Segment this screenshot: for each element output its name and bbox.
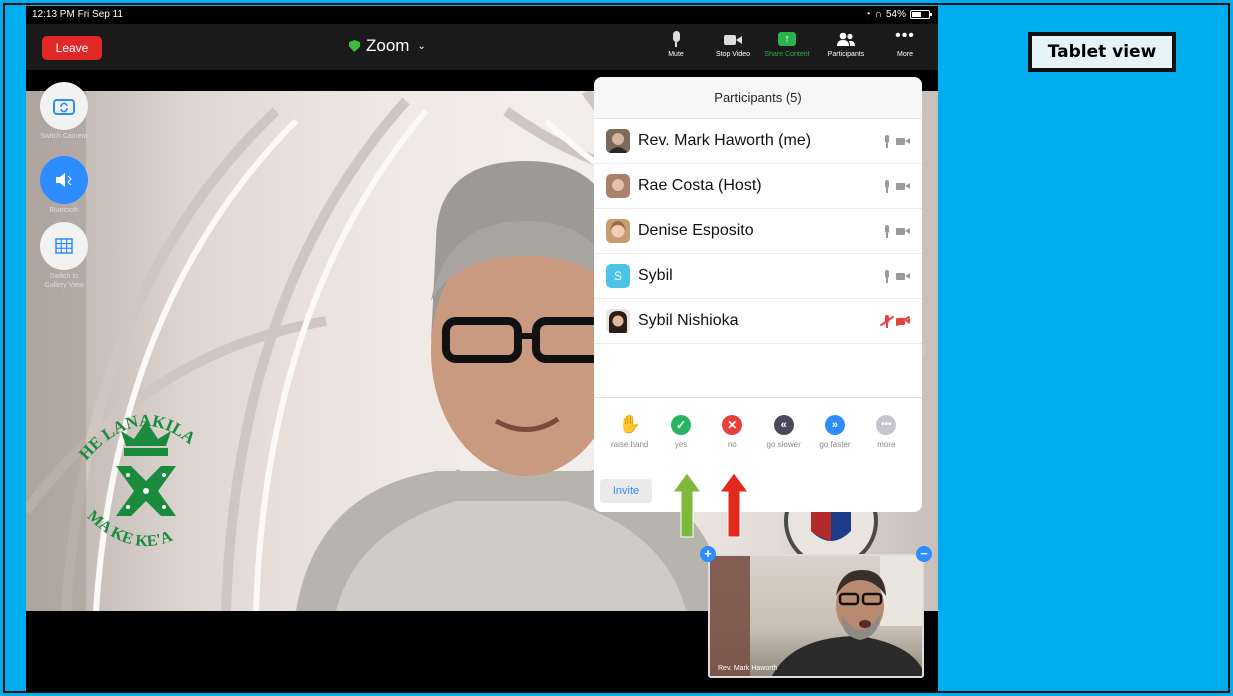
participant-row[interactable]: S Sybil bbox=[594, 254, 922, 299]
nonverbal-feedback-bar: ✋ raise hand ✓ yes ✕ no « go slower » go… bbox=[594, 397, 922, 465]
status-indicators: ◔ ∩ 54% bbox=[864, 9, 932, 20]
gallery-view-label: Switch to Gallery View bbox=[44, 273, 84, 289]
participant-row[interactable]: Rev. Mark Haworth (me) bbox=[594, 119, 922, 164]
participant-name: Rev. Mark Haworth (me) bbox=[638, 132, 812, 149]
leave-button[interactable]: Leave bbox=[42, 36, 102, 60]
participant-name: Rae Costa (Host) bbox=[638, 177, 762, 194]
switch-camera-control[interactable]: Switch Camera bbox=[40, 82, 88, 141]
checkmark-icon: ✓ bbox=[670, 414, 691, 435]
go-slower-button[interactable]: « go slower bbox=[758, 414, 809, 449]
cross-icon: ✕ bbox=[722, 414, 743, 435]
mute-button[interactable]: Mute bbox=[650, 30, 702, 58]
more-dots-icon: ••• bbox=[895, 27, 915, 44]
raise-hand-label: raise hand bbox=[610, 439, 649, 449]
wifi-icon: ◔ bbox=[864, 9, 871, 20]
school-crest-logo: HE LANAKILA MA KE KE'A bbox=[76, 411, 200, 550]
minimize-minus-icon[interactable]: − bbox=[916, 546, 932, 562]
microphone-icon bbox=[884, 224, 890, 238]
mute-label: Mute bbox=[668, 51, 684, 58]
more-feedback-label: more bbox=[877, 439, 896, 449]
switch-camera-icon bbox=[40, 82, 88, 130]
participant-row[interactable]: Denise Esposito bbox=[594, 209, 922, 254]
participants-label: Participants bbox=[827, 51, 865, 58]
avatar bbox=[606, 309, 630, 333]
more-dots-icon: ••• bbox=[876, 414, 897, 435]
participant-row[interactable]: Sybil Nishioka bbox=[594, 299, 922, 344]
speaker-icon bbox=[40, 156, 88, 204]
no-label: no bbox=[727, 439, 737, 449]
meeting-title-text: Zoom bbox=[366, 36, 410, 55]
microphone-icon bbox=[884, 269, 890, 283]
go-slower-label: go slower bbox=[766, 439, 801, 449]
headphones-icon: ∩ bbox=[874, 9, 882, 20]
avatar bbox=[606, 174, 630, 198]
video-camera-off-icon bbox=[895, 315, 911, 326]
video-camera-icon bbox=[896, 137, 910, 146]
microphone-icon bbox=[884, 134, 890, 148]
status-time: 12:13 PM Fri Sep 11 bbox=[32, 9, 123, 20]
go-faster-button[interactable]: » go faster bbox=[809, 414, 860, 449]
self-video bbox=[710, 556, 922, 676]
bluetooth-label: Bluetooth bbox=[49, 207, 79, 214]
more-label: More bbox=[897, 51, 913, 58]
video-camera-icon bbox=[896, 227, 910, 236]
yes-button[interactable]: ✓ yes bbox=[655, 414, 706, 449]
yes-label: yes bbox=[674, 439, 688, 449]
more-feedback-button[interactable]: ••• more bbox=[861, 414, 912, 449]
video-camera-icon bbox=[723, 30, 743, 48]
no-button[interactable]: ✕ no bbox=[707, 414, 758, 449]
raise-hand-button[interactable]: ✋ raise hand bbox=[604, 414, 655, 449]
participant-name: Sybil Nishioka bbox=[638, 312, 739, 329]
meeting-title[interactable]: Zoom ⌄ bbox=[349, 36, 426, 56]
participants-panel: Participants (5) Rev. Mark Haworth (me) … bbox=[594, 77, 922, 512]
participants-button[interactable]: Participants bbox=[820, 30, 872, 58]
share-content-button[interactable]: ↑ Share Content bbox=[761, 30, 813, 58]
self-view-thumbnail[interactable]: Rev. Mark Haworth bbox=[708, 554, 924, 678]
meeting-toolbar: Leave Zoom ⌄ Mute Stop Video ↑ Share Con… bbox=[26, 24, 938, 70]
microphone-muted-icon bbox=[879, 314, 895, 328]
bluetooth-audio-control[interactable]: Bluetooth bbox=[40, 156, 88, 215]
avatar-initial: S bbox=[606, 264, 630, 288]
switch-camera-label: Switch Camera bbox=[40, 133, 88, 140]
battery-icon bbox=[910, 10, 932, 19]
go-faster-label: go faster bbox=[819, 439, 851, 449]
status-bar: 12:13 PM Fri Sep 11 ◔ ∩ 54% bbox=[26, 6, 938, 24]
battery-percent: 54% bbox=[885, 9, 906, 20]
gallery-view-control[interactable]: Switch to Gallery View bbox=[40, 222, 88, 290]
fast-forward-icon: » bbox=[824, 414, 845, 435]
participants-icon bbox=[836, 30, 856, 48]
more-button[interactable]: ••• More bbox=[879, 27, 931, 59]
microphone-icon bbox=[666, 30, 686, 48]
share-content-label: Share Content bbox=[764, 51, 810, 58]
participants-title: Participants (5) bbox=[594, 77, 922, 119]
stop-video-button[interactable]: Stop Video bbox=[707, 30, 759, 58]
chevron-down-icon: ⌄ bbox=[417, 40, 426, 52]
self-view-name: Rev. Mark Haworth bbox=[718, 665, 778, 672]
security-shield-icon bbox=[349, 40, 360, 52]
green-up-arrow bbox=[672, 472, 702, 538]
avatar bbox=[606, 129, 630, 153]
red-up-arrow bbox=[719, 472, 749, 538]
participant-row[interactable]: Rae Costa (Host) bbox=[594, 164, 922, 209]
slide-label: Tablet view bbox=[1028, 32, 1176, 72]
video-camera-icon bbox=[896, 182, 910, 191]
avatar bbox=[606, 219, 630, 243]
participant-name: Sybil bbox=[638, 267, 673, 284]
video-camera-icon bbox=[896, 272, 910, 281]
expand-plus-icon[interactable]: + bbox=[700, 546, 716, 562]
gallery-grid-icon bbox=[40, 222, 88, 270]
share-screen-icon: ↑ bbox=[777, 30, 797, 48]
invite-button[interactable]: Invite bbox=[600, 479, 652, 503]
stop-video-label: Stop Video bbox=[715, 51, 751, 58]
participant-name: Denise Esposito bbox=[638, 222, 754, 239]
ipad-screen: 12:13 PM Fri Sep 11 ◔ ∩ 54% Leave Zoom ⌄… bbox=[26, 6, 938, 692]
microphone-icon bbox=[884, 179, 890, 193]
raise-hand-icon: ✋ bbox=[618, 414, 641, 434]
rewind-icon: « bbox=[773, 414, 794, 435]
